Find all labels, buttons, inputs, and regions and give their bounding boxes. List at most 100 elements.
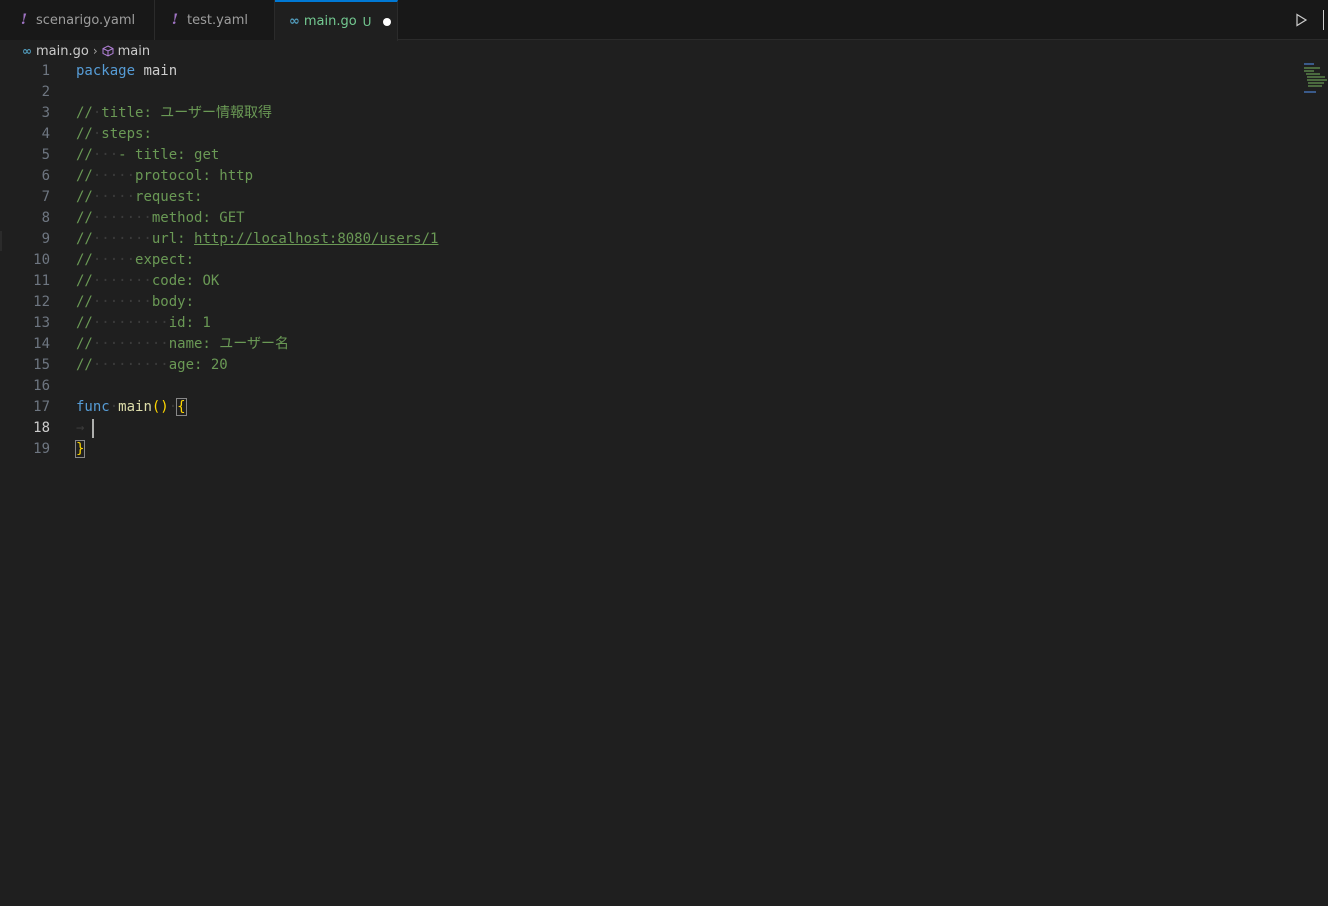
code-line[interactable]: 11 //·······code: OK [0, 271, 1300, 292]
code-line[interactable]: 3 //·title: ユーザー情報取得 [0, 103, 1300, 124]
tab-label: main.go [303, 14, 357, 29]
comment-prefix: // [76, 147, 93, 163]
comment-text: age: 20 [168, 357, 228, 373]
whitespace-marker: ······· [92, 294, 152, 310]
comment-text: url: [151, 231, 195, 247]
line-content: //···- title: get [76, 145, 219, 166]
comment-text: name: ユーザー名 [168, 336, 290, 352]
code-line[interactable]: 15 //·········age: 20 [0, 355, 1300, 376]
line-number: 9 [41, 231, 50, 247]
text-cursor [92, 419, 94, 438]
code-line[interactable]: 6 //·····protocol: http [0, 166, 1300, 187]
line-number: 13 [33, 315, 50, 331]
line-content: //·····protocol: http [76, 166, 253, 187]
comment-text: id: 1 [168, 315, 211, 331]
line-number: 15 [33, 357, 50, 373]
line-content: //·······code: OK [76, 271, 219, 292]
line-number: 7 [41, 189, 50, 205]
code-line[interactable]: 8 //·······method: GET [0, 208, 1300, 229]
comment-prefix: // [76, 189, 93, 205]
line-number: 5 [41, 147, 50, 163]
line-content: //·steps: [76, 124, 152, 145]
code-line[interactable]: 16 [0, 376, 1300, 397]
code-line[interactable]: 2 [0, 82, 1300, 103]
tab-indent-marker: → [76, 420, 85, 436]
function-name-token: main [118, 399, 152, 415]
code-line[interactable]: 14 //·········name: ユーザー名 [0, 334, 1300, 355]
line-number: 3 [41, 105, 50, 121]
line-number: 2 [41, 84, 50, 100]
comment-text: steps: [101, 126, 152, 142]
comment-prefix: // [76, 210, 93, 226]
line-content: → [76, 418, 84, 439]
go-icon: ∞ [22, 44, 32, 58]
line-content: //·······url: http://localhost:8080/user… [76, 229, 438, 250]
tab-scenarigo-yaml[interactable]: ! scenarigo.yaml [0, 0, 155, 40]
code-editor[interactable]: 1 package main 2 3//·title: ユーザー情報取得 4//·ste… [0, 61, 1300, 906]
whitespace-marker: ····· [92, 168, 136, 184]
line-content: } [74, 439, 86, 460]
chevron-right-icon: › [92, 44, 98, 58]
comment-text: code: OK [151, 273, 220, 289]
comment-prefix: // [76, 231, 93, 247]
line-content: //·title: ユーザー情報取得 [76, 103, 272, 124]
line-number: 6 [41, 168, 50, 184]
line-number: 11 [33, 273, 50, 289]
line-content: //·········id: 1 [76, 313, 211, 334]
whitespace-marker: · [168, 399, 178, 415]
comment-prefix: // [76, 105, 93, 121]
identifier-token: main [135, 63, 178, 79]
line-number: 10 [33, 252, 50, 268]
whitespace-marker: ······· [92, 231, 152, 247]
run-play-icon[interactable] [1294, 13, 1308, 27]
open-brace-token: { [176, 398, 187, 416]
tab-main-go[interactable]: ∞ main.go U [275, 0, 398, 41]
line-content: //·······body: [76, 292, 194, 313]
code-line[interactable]: 13 //·········id: 1 [0, 313, 1300, 334]
code-line[interactable]: 19} [0, 439, 1300, 460]
line-content: func·main()·{ [76, 397, 187, 418]
split-editor-icon[interactable] [1323, 10, 1328, 30]
line-content: package main [76, 61, 177, 82]
comment-prefix: // [76, 168, 93, 184]
code-line[interactable]: 9 //·······url: http://localhost:8080/use… [0, 229, 1300, 250]
breadcrumb-file[interactable]: main.go [36, 44, 89, 59]
minimap[interactable] [1304, 61, 1327, 95]
keyword-token: func [76, 399, 110, 415]
git-untracked-badge: U [362, 14, 372, 29]
keyword-token: package [76, 63, 136, 79]
close-brace-token: } [74, 440, 86, 458]
whitespace-marker: ······· [92, 273, 152, 289]
breadcrumb-symbol[interactable]: main [118, 44, 150, 59]
tab-label: scenarigo.yaml [36, 12, 136, 28]
line-number: 1 [41, 63, 50, 79]
code-line[interactable]: 17 func·main()·{ [0, 397, 1300, 418]
code-line[interactable]: 7 //·····request: [0, 187, 1300, 208]
yaml-exclamation-icon: ! [20, 12, 28, 28]
comment-prefix: // [76, 357, 93, 373]
comment-text: protocol: http [135, 168, 254, 184]
whitespace-marker: ········· [92, 336, 169, 352]
line-number: 12 [33, 294, 50, 310]
vscode-window: ! scenarigo.yaml ! test.yaml ∞ main.go U… [0, 0, 1328, 906]
code-line[interactable]: 18 → [0, 418, 1300, 439]
whitespace-marker: ··· [92, 147, 119, 163]
whitespace-marker: · [109, 399, 119, 415]
code-line[interactable]: 12 //·······body: [0, 292, 1300, 313]
comment-text: title: ユーザー情報取得 [101, 105, 273, 121]
tab-label: test.yaml [187, 12, 249, 28]
code-line[interactable]: 1 package main [0, 61, 1300, 82]
go-icon: ∞ [289, 14, 300, 29]
comment-text: - title: get [118, 147, 220, 163]
comment-text: body: [151, 294, 195, 310]
comment-text: request: [135, 189, 203, 205]
line-content: //·······method: GET [76, 208, 245, 229]
whitespace-marker: ······· [92, 210, 152, 226]
code-line[interactable]: 4 //·steps: [0, 124, 1300, 145]
comment-link: http://localhost:8080/users/1 [194, 231, 439, 247]
code-line[interactable]: 5 //···- title: get [0, 145, 1300, 166]
unsaved-changes-dot-icon[interactable] [383, 17, 392, 26]
tab-test-yaml[interactable]: ! test.yaml [155, 0, 275, 40]
comment-prefix: // [76, 315, 93, 331]
code-line[interactable]: 10 //·····expect: [0, 250, 1300, 271]
